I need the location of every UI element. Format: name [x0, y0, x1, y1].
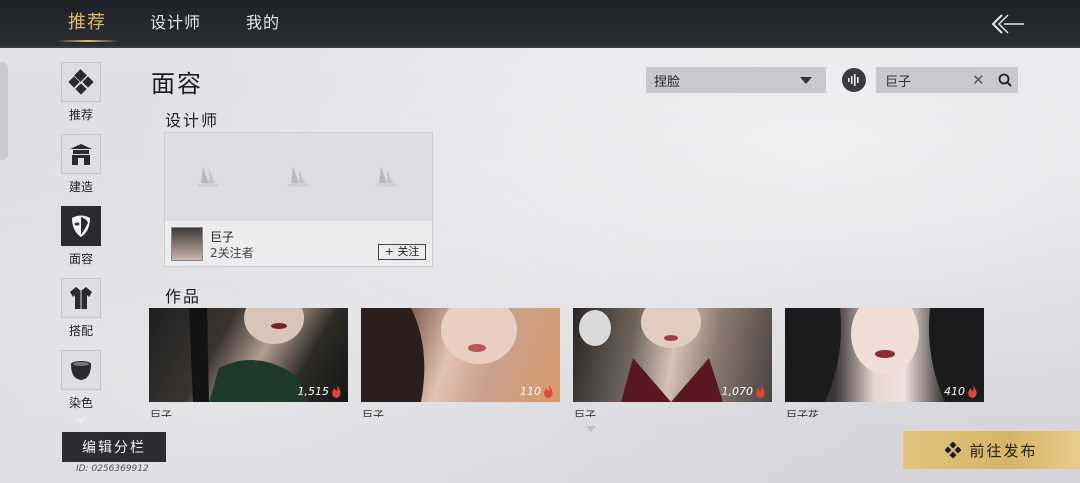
like-count-value: 110 — [520, 385, 541, 398]
like-count: 1,515 — [298, 385, 343, 398]
work-thumbnail[interactable]: 410 — [785, 308, 984, 402]
publish-button[interactable]: 前往发布 — [903, 431, 1080, 469]
sidebar-item-build[interactable]: 建造 — [58, 134, 104, 194]
work-title: 巨子 — [362, 409, 384, 417]
back-arrow-icon[interactable] — [990, 12, 1026, 36]
chevron-down-icon — [800, 76, 812, 84]
dropdown-selected-value: 捏脸 — [654, 74, 681, 90]
sidebar-item-dye[interactable]: 染色 — [58, 350, 104, 410]
tab-mine[interactable]: 我的 — [246, 8, 280, 38]
sidebar-item-face[interactable]: 面容 — [58, 206, 104, 266]
clear-icon[interactable]: ✕ — [972, 71, 985, 89]
work-title: 巨子花 — [786, 409, 819, 417]
designer-name: 巨子 — [210, 230, 235, 244]
sidebar-item-label: 建造 — [68, 180, 93, 194]
flame-icon — [544, 385, 553, 398]
diamond-cluster-icon — [945, 442, 962, 458]
like-count-value: 1,070 — [721, 385, 754, 398]
like-count-value: 1,515 — [297, 385, 330, 398]
tab-recommend[interactable]: 推荐 — [68, 8, 106, 38]
avatar — [171, 227, 203, 261]
designer-preview-strip — [165, 133, 432, 221]
like-count: 410 — [944, 385, 978, 398]
work-thumbnail[interactable]: 1,515 — [149, 308, 348, 402]
search-box: ✕ — [876, 67, 1018, 93]
sidebar-item-outfit[interactable]: 搭配 — [58, 278, 104, 338]
sidebar-item-label: 面容 — [68, 252, 93, 266]
sidebar-item-label: 搭配 — [68, 324, 93, 338]
placeholder-boat-icon — [197, 167, 219, 187]
dye-bowl-icon — [61, 350, 101, 390]
active-tab-underline — [56, 40, 120, 42]
face-type-dropdown[interactable]: 捏脸 — [646, 67, 826, 93]
sidebar-item-label: 推荐 — [68, 108, 93, 122]
page-title: 面容 — [151, 70, 203, 98]
search-icon[interactable] — [998, 72, 1012, 91]
building-icon — [61, 134, 101, 174]
voice-search-button[interactable] — [842, 68, 866, 92]
top-bar: 推荐 设计师 我的 — [0, 0, 1080, 48]
designer-info: 巨子 2关注者 + 关注 — [165, 221, 432, 266]
work-title: 巨子 — [150, 409, 172, 417]
works-section-title: 作品 — [165, 287, 202, 306]
like-count: 110 — [520, 385, 554, 398]
designer-card[interactable]: 巨子 2关注者 + 关注 — [164, 132, 433, 267]
tab-designers[interactable]: 设计师 — [150, 8, 201, 38]
sidebar-item-label: 染色 — [68, 396, 93, 410]
flame-icon — [968, 385, 977, 398]
edit-columns-button[interactable]: 编辑分栏 — [62, 432, 166, 462]
work-title: 巨子 — [574, 409, 596, 417]
mask-icon — [61, 206, 101, 246]
placeholder-boat-icon — [287, 167, 309, 187]
flame-icon — [332, 385, 341, 398]
follow-button[interactable]: + 关注 — [378, 244, 426, 260]
placeholder-boat-icon — [375, 167, 397, 187]
scroll-down-caret-icon[interactable] — [586, 426, 596, 432]
designers-section-title: 设计师 — [165, 111, 220, 130]
search-input[interactable] — [883, 71, 973, 89]
user-id: ID: 0256369912 — [76, 464, 149, 474]
work-thumbnail[interactable]: 1,070 — [573, 308, 772, 402]
recommend-diamond-icon — [61, 62, 101, 102]
like-count: 1,070 — [722, 385, 767, 398]
side-drawer-handle[interactable] — [0, 62, 8, 160]
sidebar-item-recommend[interactable]: 推荐 — [58, 62, 104, 122]
outfit-icon — [61, 278, 101, 318]
flame-icon — [756, 385, 765, 398]
voice-wave-icon — [848, 74, 859, 86]
publish-label: 前往发布 — [969, 441, 1038, 460]
work-thumbnail[interactable]: 110 — [361, 308, 560, 402]
designer-followers: 2关注者 — [210, 246, 254, 260]
like-count-value: 410 — [944, 385, 965, 398]
sidebar-more-caret-icon[interactable] — [76, 418, 86, 424]
